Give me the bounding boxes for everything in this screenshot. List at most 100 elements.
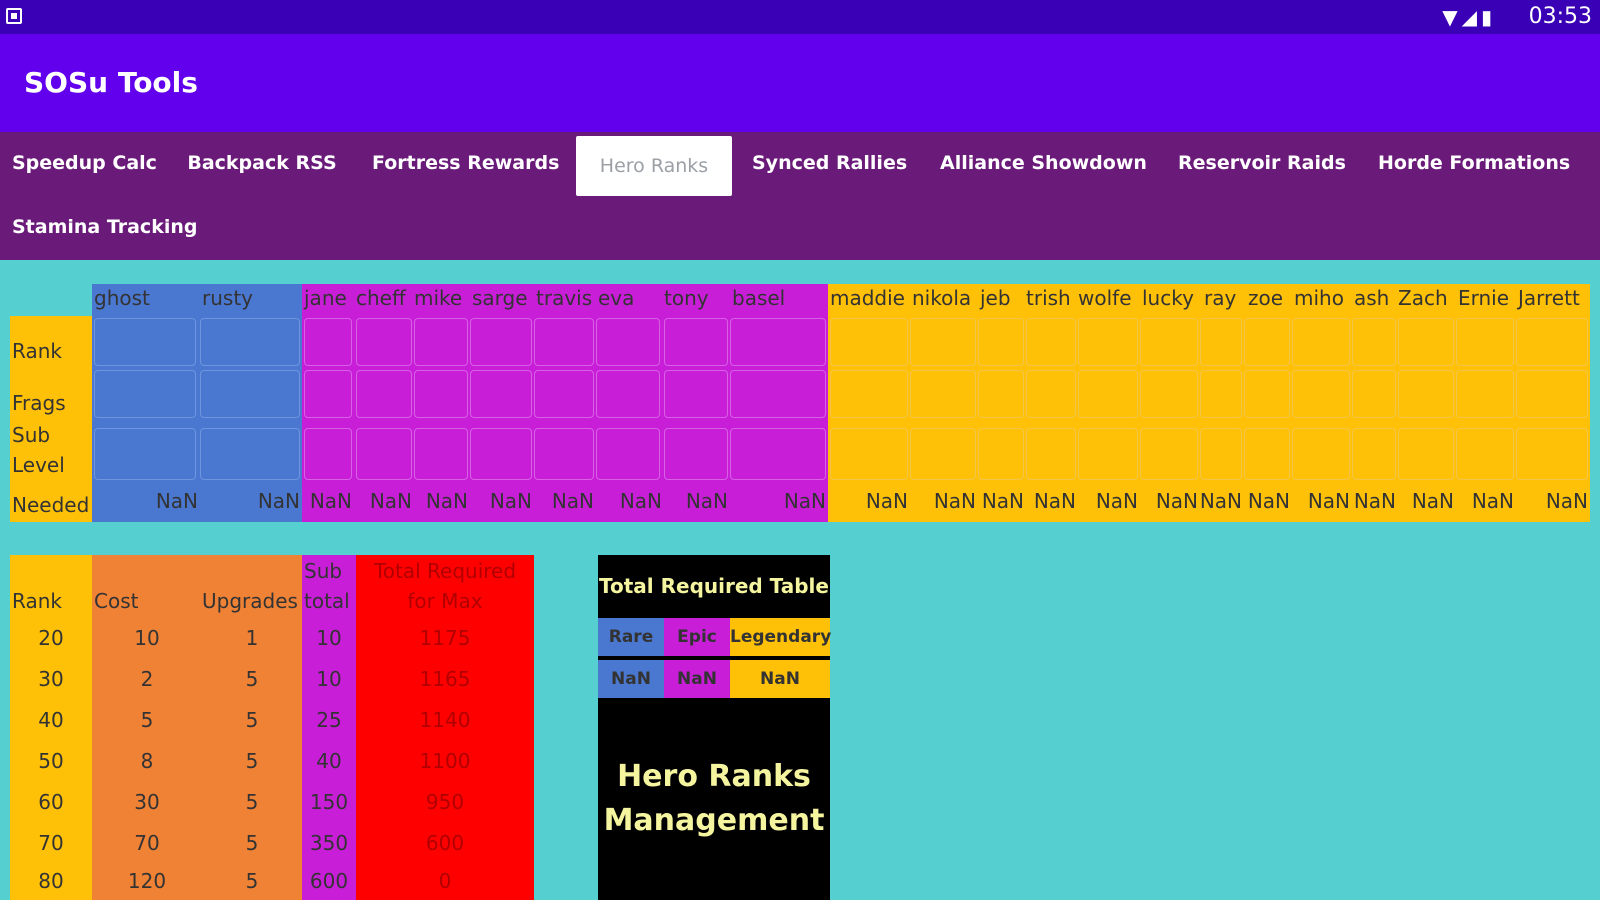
tab-horde-formations[interactable]: Horde Formations (1378, 132, 1570, 194)
rank-input[interactable] (1244, 318, 1290, 366)
sub-level-input[interactable] (596, 428, 660, 480)
sub-level-input[interactable] (1352, 428, 1396, 480)
hero-name: ghost (94, 286, 150, 310)
rank-input[interactable] (304, 318, 352, 366)
rank-input[interactable] (664, 318, 728, 366)
sub-level-input[interactable] (200, 428, 300, 480)
rank-input[interactable] (830, 318, 908, 366)
caption-line-1: Hero Ranks (617, 759, 811, 794)
frags-input[interactable] (1516, 370, 1588, 418)
rank-input[interactable] (356, 318, 412, 366)
sub-level-input[interactable] (534, 428, 594, 480)
sub-level-input[interactable] (414, 428, 468, 480)
hero-name: mike (414, 286, 463, 310)
tab-fortress-rewards[interactable]: Fortress Rewards (372, 132, 559, 194)
cell-total: 0 (438, 869, 452, 893)
needed-value: NaN (551, 489, 594, 513)
needed-value: NaN (1411, 489, 1454, 513)
rank-input[interactable] (1292, 318, 1350, 366)
sub-level-input[interactable] (1200, 428, 1242, 480)
frags-input[interactable] (730, 370, 826, 418)
needed-value: NaN (425, 489, 468, 513)
frags-input[interactable] (414, 370, 468, 418)
rank-input[interactable] (94, 318, 196, 366)
frags-input[interactable] (830, 370, 908, 418)
rank-input[interactable] (470, 318, 532, 366)
sub-level-input[interactable] (1244, 428, 1290, 480)
tab-alliance-showdown[interactable]: Alliance Showdown (940, 132, 1147, 194)
frags-input[interactable] (910, 370, 976, 418)
frags-input[interactable] (1456, 370, 1514, 418)
frags-input[interactable] (1352, 370, 1396, 418)
sub-level-input[interactable] (664, 428, 728, 480)
frags-input[interactable] (664, 370, 728, 418)
app-title: SOSu Tools (24, 66, 198, 99)
sub-level-input[interactable] (1078, 428, 1138, 480)
frags-input[interactable] (1026, 370, 1076, 418)
sub-level-input[interactable] (356, 428, 412, 480)
frags-input[interactable] (304, 370, 352, 418)
sub-level-input[interactable] (1516, 428, 1588, 480)
sub-level-input[interactable] (830, 428, 908, 480)
frags-input[interactable] (470, 370, 532, 418)
frags-input[interactable] (94, 370, 196, 418)
needed-value: NaN (685, 489, 728, 513)
rank-input[interactable] (1140, 318, 1198, 366)
needed-value: NaN (783, 489, 826, 513)
rank-input[interactable] (1078, 318, 1138, 366)
tab-speedup-calc[interactable]: Speedup Calc (12, 132, 157, 194)
status-time: 03:53 (1528, 4, 1592, 29)
needed-value: NaN (369, 489, 412, 513)
rank-input[interactable] (910, 318, 976, 366)
frags-input[interactable] (978, 370, 1024, 418)
sub-level-input[interactable] (304, 428, 352, 480)
row-label-level: Level (12, 453, 65, 477)
hero-name: trish (1026, 286, 1071, 310)
rank-input[interactable] (1200, 318, 1242, 366)
tab-backpack-rss[interactable]: Backpack RSS (176, 132, 348, 194)
sub-level-input[interactable] (1398, 428, 1454, 480)
cell-subtotal: 40 (316, 749, 342, 773)
frags-input[interactable] (200, 370, 300, 418)
rank-input[interactable] (1456, 318, 1514, 366)
header-upgrades: Upgrades (202, 589, 298, 613)
frags-input[interactable] (596, 370, 660, 418)
frags-input[interactable] (1140, 370, 1198, 418)
rank-input[interactable] (414, 318, 468, 366)
sub-level-input[interactable] (1140, 428, 1198, 480)
tab-synced-rallies[interactable]: Synced Rallies (752, 132, 907, 194)
frags-input[interactable] (534, 370, 594, 418)
sub-level-input[interactable] (730, 428, 826, 480)
rank-input[interactable] (730, 318, 826, 366)
row-label-frags: Frags (12, 391, 66, 415)
rank-input[interactable] (1516, 318, 1588, 366)
rank-input[interactable] (534, 318, 594, 366)
tab-reservoir-raids[interactable]: Reservoir Raids (1178, 132, 1346, 194)
frags-input[interactable] (1398, 370, 1454, 418)
sub-level-input[interactable] (1456, 428, 1514, 480)
rank-input[interactable] (1026, 318, 1076, 366)
rank-input[interactable] (596, 318, 660, 366)
hero-name: cheff (356, 286, 406, 310)
cell-total: 600 (425, 831, 465, 855)
sub-level-input[interactable] (1292, 428, 1350, 480)
sub-level-input[interactable] (910, 428, 976, 480)
frags-input[interactable] (1244, 370, 1290, 418)
frags-input[interactable] (1292, 370, 1350, 418)
rank-input[interactable] (1352, 318, 1396, 366)
frags-input[interactable] (356, 370, 412, 418)
sub-level-input[interactable] (1026, 428, 1076, 480)
needed-value: NaN (1471, 489, 1514, 513)
hero-name: Ernie (1458, 286, 1510, 310)
rank-input[interactable] (978, 318, 1024, 366)
tab-hero-ranks[interactable]: Hero Ranks (576, 136, 732, 196)
sub-level-input[interactable] (978, 428, 1024, 480)
rank-input[interactable] (200, 318, 300, 366)
tab-stamina-tracking[interactable]: Stamina Tracking (12, 196, 197, 258)
sub-level-input[interactable] (94, 428, 196, 480)
sub-level-input[interactable] (470, 428, 532, 480)
frags-input[interactable] (1200, 370, 1242, 418)
rank-input[interactable] (1398, 318, 1454, 366)
frags-input[interactable] (1078, 370, 1138, 418)
needed-value: NaN (155, 489, 198, 513)
